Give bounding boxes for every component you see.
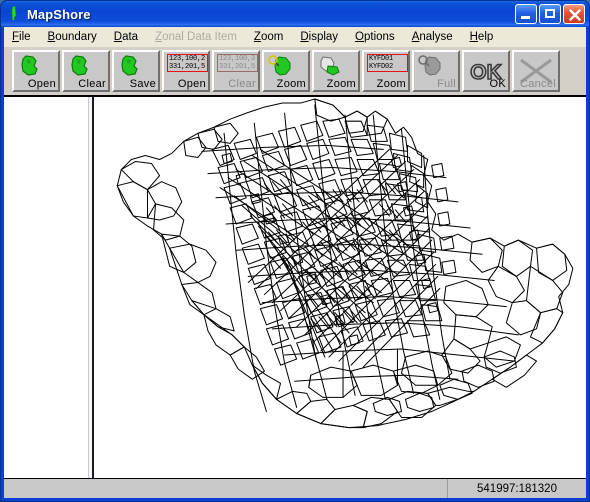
menu-item-display[interactable]: Display [300, 29, 347, 45]
ok-button[interactable]: OK OK [462, 50, 510, 92]
coord-line-1: 123,100,3 [219, 55, 256, 63]
zoom-field-button[interactable]: KYFD01 KYFD02 Zoom [362, 50, 410, 92]
toolbar: Open Clear Save 123,100,2 331,201,5 Open 123,1… [4, 47, 586, 97]
magnifier-map-icon [417, 54, 443, 78]
menu-item-zonal-data-item: Zonal Data Item [155, 31, 237, 43]
status-bar: 541997:181320 [4, 478, 586, 498]
zone-map-icon [317, 54, 343, 78]
toolbar-button-label: Clear [228, 78, 256, 90]
toolbar-button-label: Full [437, 78, 456, 90]
magnifier-map-icon [267, 54, 293, 78]
coord-line-2: 331,201,5 [169, 63, 206, 71]
map-outline-icon [6, 5, 24, 23]
toolbar-button-label: OK [489, 78, 506, 90]
menu-item-file[interactable]: File [12, 29, 40, 45]
app-window: MapShore File Boundary Data Zonal Data Item… [0, 0, 590, 502]
menu-item-boundary[interactable]: Boundary [48, 29, 106, 45]
menu-item-analyse[interactable]: Analyse [412, 29, 462, 45]
toolbar-button-label: Save [129, 78, 156, 90]
map-panel[interactable] [4, 97, 586, 478]
status-coordinate-readout: 541997:181320 [447, 479, 586, 498]
toolbar-button-label: Zoom [376, 78, 406, 90]
close-icon [569, 9, 581, 21]
coord-line-1: 123,100,2 [169, 55, 206, 63]
status-message [4, 479, 447, 498]
coordinate-table-icon: 123,100,2 331,201,5 [167, 54, 208, 72]
menu-item-data[interactable]: Data [114, 29, 147, 45]
green-map-icon [17, 54, 43, 78]
window-controls [515, 4, 585, 24]
boundary-save-button[interactable]: Save [112, 50, 160, 92]
client-area: File Boundary Data Zonal Data Item Zoom Displ… [4, 27, 586, 498]
boundary-open-button[interactable]: Open [12, 50, 60, 92]
maximize-button[interactable] [539, 4, 561, 24]
menu-item-options[interactable]: Options [355, 29, 404, 45]
close-button[interactable] [563, 4, 585, 24]
cancel-button: Cancel [512, 50, 560, 92]
zoom-in-button[interactable]: Zoom [262, 50, 310, 92]
data-clear-button: 123,100,3 331,201,5 Clear [212, 50, 260, 92]
zoom-full-button: Full [412, 50, 460, 92]
coord-line-1: KYFD01 [369, 55, 394, 63]
toolbar-button-label: Zoom [326, 78, 356, 90]
data-open-button[interactable]: 123,100,2 331,201,5 Open [162, 50, 210, 92]
window-title: MapShore [27, 6, 91, 22]
field-table-icon: KYFD01 KYFD02 [367, 54, 408, 72]
boundary-clear-button[interactable]: Clear [62, 50, 110, 92]
coord-line-2: KYFD02 [369, 63, 394, 71]
green-map-icon [117, 54, 143, 78]
minimize-button[interactable] [515, 4, 537, 24]
coord-line-2: 331,201,5 [219, 63, 256, 71]
map-canvas[interactable] [94, 97, 586, 478]
toolbar-button-label: Cancel [519, 78, 556, 90]
toolbar-button-label: Zoom [276, 78, 306, 90]
toolbar-button-label: Open [177, 78, 206, 90]
toolbar-button-label: Clear [78, 78, 106, 90]
menu-item-zoom[interactable]: Zoom [254, 29, 292, 45]
menu-bar: File Boundary Data Zonal Data Item Zoom Displ… [4, 27, 586, 47]
menu-item-help[interactable]: Help [470, 29, 503, 45]
zoom-region-button[interactable]: Zoom [312, 50, 360, 92]
boundary-map-graphic [116, 98, 574, 429]
title-bar[interactable]: MapShore [1, 1, 589, 27]
green-map-icon [67, 54, 93, 78]
toolbar-button-label: Open [27, 78, 56, 90]
coordinate-table-icon: 123,100,3 331,201,5 [217, 54, 258, 72]
